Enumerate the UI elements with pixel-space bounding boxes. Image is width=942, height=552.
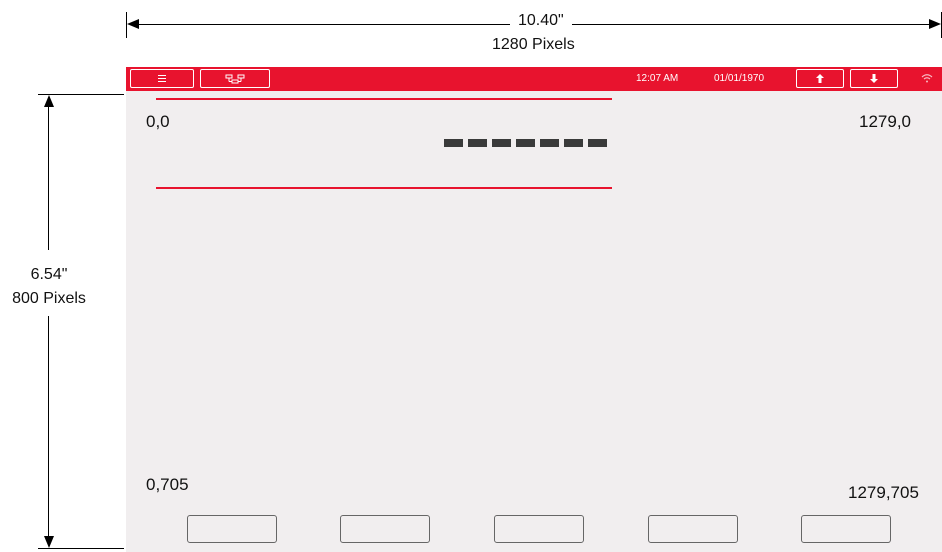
width-pixels-label: 1280 Pixels — [492, 36, 575, 54]
network-button[interactable] — [200, 69, 270, 88]
height-pixels-label: 800 Pixels — [12, 290, 86, 307]
scroll-up-button[interactable] — [796, 69, 844, 88]
height-arrow-up-icon — [44, 95, 54, 107]
clock-time: 12:07 AM — [636, 73, 679, 84]
height-dimension-line-bottom — [48, 316, 49, 544]
top-bar: 12:07 AM 01/01/1970 — [126, 67, 942, 91]
placeholder-dash — [540, 139, 559, 147]
soft-key-1-button[interactable] — [187, 515, 277, 543]
width-arrow-left-icon — [127, 19, 139, 29]
width-arrow-right-icon — [929, 19, 941, 29]
placeholder-dash — [492, 139, 511, 147]
soft-key-4-button[interactable] — [648, 515, 738, 543]
arrow-up-icon — [816, 74, 824, 83]
placeholder-dash — [468, 139, 487, 147]
placeholder-dash — [588, 139, 607, 147]
arrow-down-icon — [870, 74, 878, 83]
menu-button[interactable] — [130, 69, 194, 88]
coord-bottom-right: 1279,705 — [848, 483, 919, 502]
menu-icon — [158, 75, 166, 82]
height-arrow-down-icon — [44, 536, 54, 548]
network-icon — [225, 74, 245, 83]
wifi-icon — [921, 74, 933, 83]
height-inches-label: 6.54" — [30, 266, 68, 283]
header-bottom-rule — [156, 187, 612, 189]
placeholder-dash — [444, 139, 463, 147]
coord-top-left: 0,0 — [146, 112, 170, 131]
coord-bottom-left: 0,705 — [146, 475, 189, 494]
height-dimension-line-top — [48, 98, 49, 250]
width-inches-label: 10.40" — [510, 12, 572, 30]
scroll-down-button[interactable] — [850, 69, 898, 88]
soft-key-3-button[interactable] — [494, 515, 584, 543]
clock-date: 01/01/1970 — [714, 73, 765, 84]
header-top-rule — [156, 98, 612, 100]
coord-top-right: 1279,0 — [859, 112, 911, 131]
placeholder-dash — [564, 139, 583, 147]
soft-key-2-button[interactable] — [340, 515, 430, 543]
device-screen: 12:07 AM 01/01/1970 0,0 1279,0 0,705 127… — [126, 67, 942, 552]
height-dimension-bottom-tick — [38, 548, 124, 549]
soft-key-5-button[interactable] — [801, 515, 891, 543]
placeholder-dash — [516, 139, 535, 147]
